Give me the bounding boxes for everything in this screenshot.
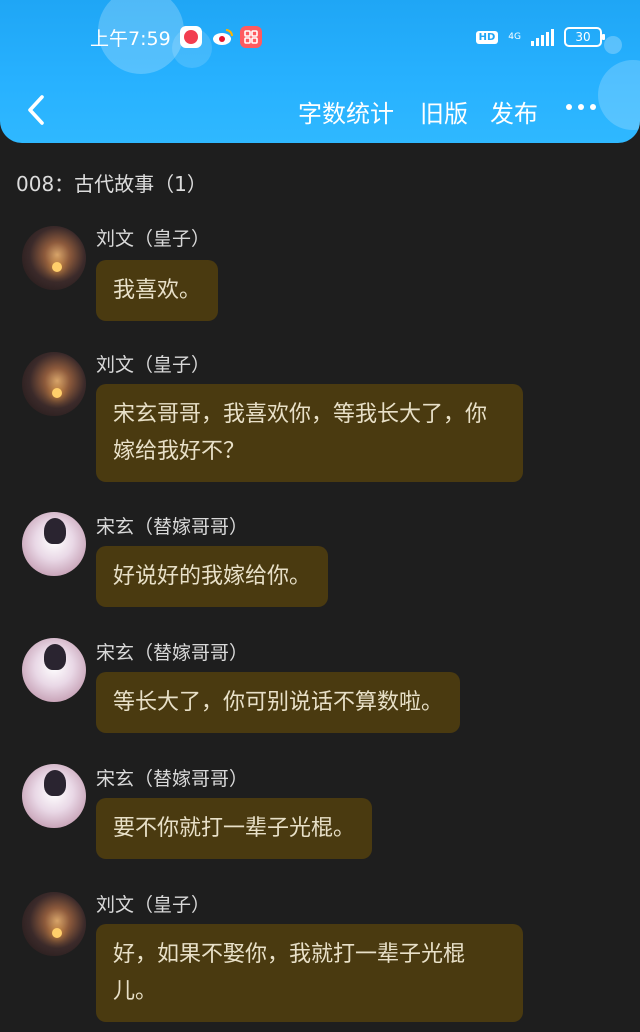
speaker-name: 宋玄（替嫁哥哥）	[96, 642, 249, 664]
avatar[interactable]	[22, 638, 86, 702]
message-bubble[interactable]: 我喜欢。	[96, 260, 219, 321]
word-count-button[interactable]: 字数统计	[298, 94, 394, 129]
avatar[interactable]	[22, 226, 86, 290]
battery-icon: 30	[564, 27, 605, 47]
message-bubble[interactable]: 好，如果不娶你，我就打一辈子光棍儿。	[96, 924, 523, 1022]
top-header: 上午7:59 HD 4G 30 字数统计 旧版 发布	[0, 0, 640, 143]
decorative-bubble	[598, 60, 640, 130]
speaker-name: 刘文（皇子）	[96, 228, 211, 250]
publish-button[interactable]: 发布	[490, 94, 538, 129]
speaker-name: 宋玄（替嫁哥哥）	[96, 516, 249, 538]
speaker-name: 宋玄（替嫁哥哥）	[96, 768, 249, 790]
message-bubble[interactable]: 要不你就打一辈子光棍。	[96, 798, 373, 859]
message-bubble[interactable]: 好说好的我嫁给你。	[96, 546, 329, 607]
status-indicators: HD 4G 30	[475, 27, 605, 47]
hd-badge: HD	[475, 30, 499, 44]
video-app-icon	[180, 26, 202, 48]
weibo-app-icon	[212, 26, 234, 48]
chevron-left-icon	[28, 95, 44, 125]
status-time: 上午7:59	[90, 28, 171, 50]
avatar[interactable]	[22, 892, 86, 956]
speaker-name: 刘文（皇子）	[96, 894, 211, 916]
chapter-title: 008：古代故事（1）	[16, 172, 207, 196]
back-button[interactable]	[22, 92, 52, 128]
message-bubble[interactable]: 宋玄哥哥，我喜欢你，等我长大了，你嫁给我好不？	[96, 384, 523, 482]
signal-icon	[531, 28, 554, 46]
avatar[interactable]	[22, 512, 86, 576]
decorative-bubble	[604, 36, 622, 54]
network-type: 4G	[508, 31, 521, 42]
old-version-button[interactable]: 旧版	[420, 94, 468, 129]
speaker-name: 刘文（皇子）	[96, 354, 211, 376]
avatar[interactable]	[22, 352, 86, 416]
message-bubble[interactable]: 等长大了，你可别说话不算数啦。	[96, 672, 461, 733]
more-dots-icon[interactable]	[566, 104, 596, 110]
avatar[interactable]	[22, 764, 86, 828]
shopping-app-icon	[240, 26, 262, 48]
